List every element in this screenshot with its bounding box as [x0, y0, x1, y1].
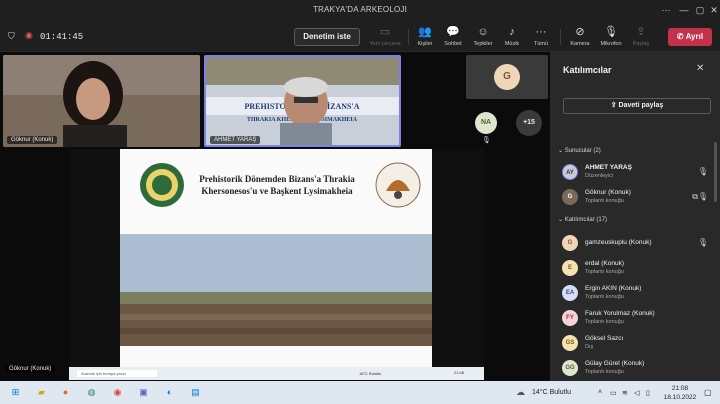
new-frame-button[interactable]: ▭ Yeni çerçeve — [365, 25, 405, 51]
participant-row[interactable]: AY AHMET YARAŞ Düzenleyici 🎙 — [562, 161, 708, 183]
leave-button[interactable]: ✆ Ayrıl — [668, 28, 712, 46]
participant-row[interactable]: E erdal (Konuk) Toplantı konuğu — [562, 257, 708, 279]
avatar-na[interactable]: NA — [475, 112, 497, 134]
teams-icon[interactable]: ▣ — [136, 385, 151, 400]
file-explorer-icon[interactable]: ▰ — [34, 385, 49, 400]
university-logo — [140, 163, 184, 207]
meeting-toolbar: ⛉ ◉ 01:41:45 Denetim iste ▭ Yeni çerçeve… — [0, 22, 720, 52]
phone-icon: ✆ — [676, 32, 686, 41]
music-button[interactable]: ♪ Müzik — [497, 25, 527, 51]
edge-icon[interactable]: ◐ — [162, 385, 177, 400]
weather-text[interactable]: 14°C Bulutlu — [532, 389, 571, 396]
microphone-icon: 🎙 — [697, 167, 708, 176]
chevron-down-icon: ⌄ — [558, 217, 565, 223]
video-tile-ahmet[interactable]: PREHISTORIK DEN BİZANS'A THRAKIA KHERSO … — [204, 55, 401, 147]
app-u-icon[interactable]: ◍ — [84, 385, 99, 400]
participant-row[interactable]: GG Gülay Gürel (Konuk) Toplantı konuğu — [562, 357, 708, 379]
windows-start-icon[interactable]: ⊞ — [8, 385, 23, 400]
photos-icon[interactable]: ▤ — [188, 385, 203, 400]
people-button[interactable]: 👥 Kişiler — [410, 25, 440, 51]
participants-panel: Katılımcılar ✕ ⇪ Daveti paylaş ⌄ Sunucul… — [550, 52, 720, 381]
shared-taskbar: Aramak için buraya yazın 16°C Bulutlu 21… — [69, 367, 484, 380]
share-icon: ⇪ — [636, 26, 646, 38]
more-icon: ··· — [535, 26, 547, 38]
shared-clock: 21:08 — [454, 370, 465, 375]
participant-row[interactable]: EA Ergin AKIN (Konuk) Toplantı konuğu — [562, 282, 708, 304]
title-bar: TRAKYA'DA ARKEOLOJI ··· — ▢ ✕ — [0, 0, 720, 22]
more-icon[interactable]: ··· — [658, 3, 674, 17]
camera-off-icon: ⊘ — [575, 26, 585, 38]
bottom-tile-name: Göknur (Konuk) — [5, 365, 56, 373]
panel-scrollbar[interactable] — [714, 142, 717, 202]
panel-title: Katılımcılar — [563, 65, 612, 75]
video-tile-goknur[interactable]: Göknur (Konuk) — [3, 55, 200, 147]
music-icon: ♪ — [509, 26, 515, 38]
battery-icon[interactable]: ▯ — [646, 389, 650, 397]
attendees-header[interactable]: ⌄ Katılımcılar (17) — [558, 216, 607, 223]
project-logo — [375, 162, 421, 208]
avatar: GS — [562, 335, 578, 351]
reactions-icon: ☺ — [477, 26, 489, 38]
cloud-icon: ☁ — [516, 387, 525, 397]
people-icon: 👥 — [418, 26, 432, 38]
tile-name: Göknur (Konuk) — [7, 136, 58, 144]
participant-row[interactable]: G Göknur (Konuk) Toplantı konuğu ⧉ 🎙 — [562, 186, 708, 208]
more-participants-button[interactable]: +15 — [516, 110, 542, 136]
reactions-button[interactable]: ☺ Tepkiler — [468, 25, 498, 51]
tile-name: AHMET YARAŞ — [210, 136, 261, 144]
notification-icon[interactable]: ▢ — [704, 388, 712, 397]
participant-row[interactable]: FY Faruk Yorulmaz (Konuk) Toplantı konuğ… — [562, 307, 708, 329]
request-control-button[interactable]: Denetim iste — [294, 28, 360, 46]
slide-title: Prehistorik Dönemden Bizans'a Thrakia Kh… — [199, 174, 355, 196]
close-window-icon[interactable]: ✕ — [706, 3, 720, 17]
avatar: G — [562, 189, 578, 205]
presenters-header[interactable]: ⌄ Sunucular (2) — [558, 147, 601, 154]
firefox-icon[interactable]: ● — [58, 385, 73, 400]
meeting-timer: 01:41:45 — [40, 32, 84, 42]
system-clock[interactable]: 21:08 18.10.2022 — [660, 384, 700, 402]
participant-row[interactable]: GS Göksel Sazcı Dış — [562, 332, 708, 354]
presentation-slide: Prehistorik Dönemden Bizans'a Thrakia Kh… — [120, 149, 432, 372]
microphone-off-icon: 🎙 — [697, 238, 708, 247]
microphone-button[interactable]: 🎙 Mikrofon — [596, 25, 626, 51]
avatar: G — [562, 235, 578, 251]
wifi-icon[interactable]: ≋ — [622, 389, 628, 397]
avatar: GG — [562, 360, 578, 376]
chat-button[interactable]: 💬 Sohbet — [438, 25, 468, 51]
speaker-video: PREHISTORIK DEN BİZANS'A THRAKIA KHERSO … — [206, 57, 399, 145]
share-invite-button[interactable]: ⇪ Daveti paylaş — [563, 98, 711, 114]
camera-button[interactable]: ⊘ Kamera — [565, 25, 595, 51]
more-actions-button[interactable]: ··· Tümü — [526, 25, 556, 51]
video-tile-g[interactable]: G — [466, 55, 548, 99]
meeting-stage: Göknur (Konuk) PREHISTORIK DEN BİZANS'A … — [0, 52, 550, 381]
microphone-off-icon: 🎙 — [604, 26, 618, 38]
recording-icon: ◉ — [25, 30, 33, 40]
avatar: EA — [562, 285, 578, 301]
landscape-photo — [120, 234, 432, 346]
participant-row[interactable]: G gamzeuskuplu (Konuk) 🎙 — [562, 232, 708, 254]
windows-taskbar: ⊞ ▰ ● ◍ ◉ ▣ ◐ ▤ ☁ 14°C Bulutlu ˄ ▭ ≋ ◁ ▯… — [0, 381, 720, 404]
microphone-off-icon: 🎙 — [482, 137, 491, 144]
minimize-icon[interactable]: — — [676, 3, 692, 17]
share-icon: ⇪ — [610, 102, 619, 109]
tray-chevron-icon[interactable]: ˄ — [598, 389, 602, 396]
volume-icon[interactable]: ◁ — [634, 389, 639, 397]
avatar: E — [562, 260, 578, 276]
avatar: G — [494, 64, 520, 90]
avatar: AY — [562, 164, 578, 180]
avatar: FY — [562, 310, 578, 326]
chrome-icon[interactable]: ◉ — [110, 385, 125, 400]
close-panel-icon[interactable]: ✕ — [696, 63, 704, 74]
shared-search: Aramak için buraya yazın — [77, 370, 157, 377]
chat-icon: 💬 — [446, 26, 460, 38]
chevron-down-icon: ⌄ — [558, 148, 565, 154]
window-title: TRAKYA'DA ARKEOLOJI — [312, 5, 408, 14]
network-icon[interactable]: ▭ — [610, 389, 617, 397]
microphone-icon: 🎙 — [697, 192, 708, 201]
participant-video — [3, 55, 200, 147]
frame-icon: ▭ — [379, 26, 391, 38]
shield-icon[interactable]: ⛉ — [8, 31, 15, 42]
shared-weather: 16°C Bulutlu — [359, 371, 382, 376]
share-button[interactable]: ⇪ Paylaş — [626, 25, 656, 51]
